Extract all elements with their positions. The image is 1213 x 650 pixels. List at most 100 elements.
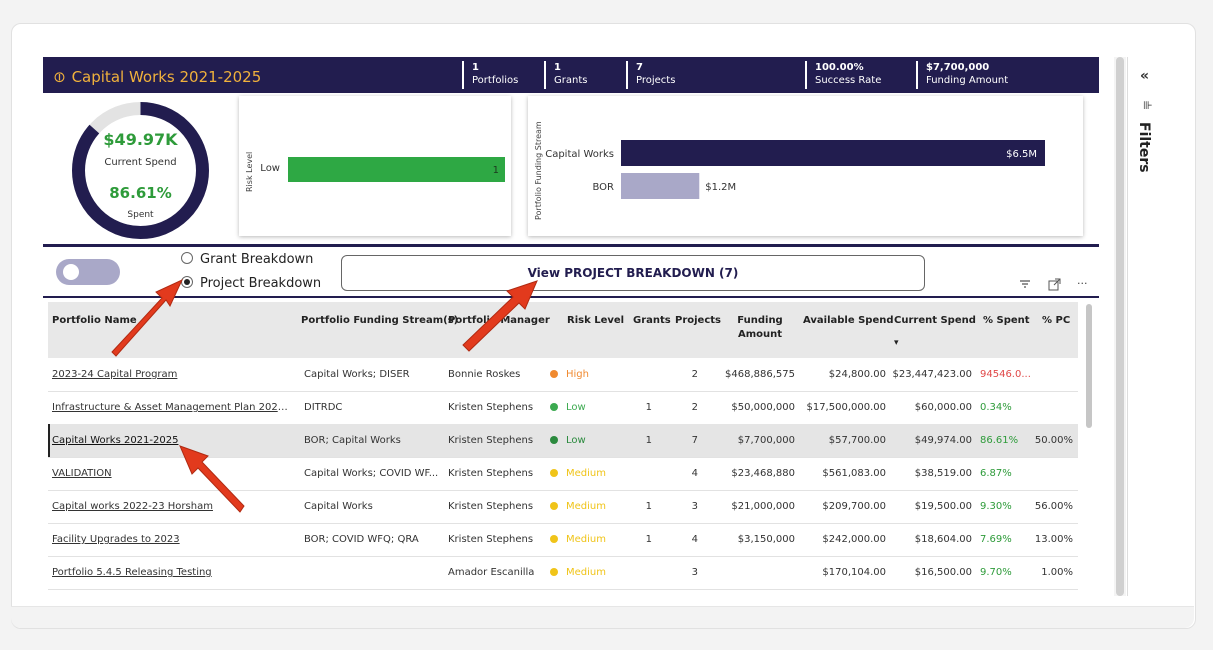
radio-project-breakdown[interactable]: Project Breakdown	[181, 276, 321, 291]
risk-label: Medium	[566, 567, 606, 578]
row-selection-indicator	[48, 424, 50, 457]
col-percent-spent[interactable]: % Spent	[983, 314, 1030, 328]
cell-available-spend: $242,000.00	[822, 534, 886, 545]
cell-current-spend: $49,974.00	[914, 435, 972, 446]
cell-available-spend: $24,800.00	[828, 369, 886, 380]
cell-projects: 2	[691, 402, 698, 413]
cell-current-spend: $38,519.00	[914, 468, 972, 479]
cell-risk-level: Medium	[550, 523, 620, 556]
risk-dot-icon	[550, 403, 558, 411]
funding-stream-svg: Capital Works $6.5M BOR $1.2M	[545, 140, 1045, 199]
annotation-arrow-middle	[462, 280, 538, 352]
filters-pane-label[interactable]: Filters	[1136, 122, 1152, 173]
donut-percent: 86.61%	[109, 184, 172, 202]
cell-portfolio-name[interactable]: Portfolio 5.4.5 Releasing Testing	[52, 556, 290, 589]
table-row[interactable]: Facility Upgrades to 2023 BOR; COVID WFQ;…	[48, 523, 1078, 557]
current-spend-donut[interactable]: $49.97K Current Spend 86.61% Spent	[70, 100, 211, 241]
report-title-text: Capital Works 2021-2025	[71, 68, 262, 86]
col-percent-pc[interactable]: % PC	[1042, 314, 1070, 328]
donut-percent-label: Spent	[127, 210, 154, 220]
risk-label: Medium	[566, 501, 606, 512]
cell-percent-pc	[1028, 391, 1073, 424]
cell-projects: 4	[691, 468, 698, 479]
table-row[interactable]: 2023-24 Capital Program Capital Works; DI…	[48, 358, 1078, 392]
toggle-knob	[63, 264, 79, 280]
cell-percent-pc	[1028, 457, 1073, 490]
stream-bar-label: $6.5M	[1006, 149, 1037, 160]
cell-projects: 2	[691, 369, 698, 380]
radio-grant-breakdown[interactable]: Grant Breakdown	[181, 252, 313, 267]
cell-funding-amount	[720, 556, 795, 589]
filter-pane-icon[interactable]: ⊪	[1143, 99, 1153, 112]
risk-label: Low	[566, 435, 586, 446]
cell-grants: 1	[645, 534, 652, 545]
cell-percent-pc: 13.00%	[1034, 534, 1073, 545]
section-divider-bottom	[43, 296, 1099, 298]
risk-label: High	[566, 369, 589, 380]
cell-portfolio-name[interactable]: 2023-24 Capital Program	[52, 358, 290, 391]
risk-category-label: Low	[260, 163, 280, 174]
cell-funding-streams	[304, 556, 442, 589]
risk-level-chart[interactable]: Risk Level Low 1	[239, 96, 511, 236]
cell-funding-streams: Capital Works	[304, 501, 373, 512]
filter-icon[interactable]	[1019, 278, 1031, 293]
cell-funding-streams: Capital Works; DISER	[304, 369, 410, 380]
cell-available-spend: $170,104.00	[822, 567, 886, 578]
col-current-spend[interactable]: Current Spend	[894, 314, 976, 328]
cell-portfolio-manager: Kristen Stephens	[448, 501, 534, 512]
cell-portfolio-manager: Amador Escanilla	[448, 567, 535, 578]
cell-risk-level: Low	[550, 424, 620, 457]
radio-unchecked-icon	[181, 252, 193, 264]
report-title: ⊘Capital Works 2021-2025	[48, 57, 262, 93]
col-funding-amount[interactable]: Funding Amount	[736, 314, 784, 342]
funding-stream-chart[interactable]: Portfolio Funding Stream Capital Works $6…	[528, 96, 1083, 236]
filters-pane-divider	[1127, 57, 1128, 596]
risk-dot-icon	[550, 370, 558, 378]
risk-bar[interactable]	[288, 157, 505, 182]
table-row[interactable]: Infrastructure & Asset Management Plan 2…	[48, 391, 1078, 425]
cell-funding-amount: $3,150,000	[737, 534, 795, 545]
cell-funding-amount: $21,000,000	[731, 501, 795, 512]
table-scrollbar[interactable]	[1086, 304, 1092, 428]
cell-current-spend: $23,447,423.00	[892, 369, 972, 380]
focus-mode-icon[interactable]	[1048, 278, 1061, 294]
cell-funding-amount: $23,468,880	[731, 468, 795, 479]
cell-portfolio-manager: Kristen Stephens	[448, 468, 534, 479]
cell-grants: 1	[645, 402, 652, 413]
stream-category-label: Capital Works	[545, 149, 614, 160]
stream-bar[interactable]	[621, 140, 1045, 166]
cell-projects: 4	[691, 534, 698, 545]
stat-portfolios: 1 Portfolios	[462, 61, 518, 89]
stream-bar[interactable]	[621, 173, 700, 199]
col-available-spend[interactable]: Available Spend	[803, 314, 894, 328]
cell-percent-pc	[1028, 358, 1073, 391]
cell-risk-level: Low	[550, 391, 620, 424]
stat-projects: 7 Projects	[626, 61, 675, 89]
collapse-filters-icon[interactable]: «	[1140, 68, 1149, 84]
view-project-breakdown-button[interactable]: View PROJECT BREAKDOWN (7)	[341, 255, 925, 291]
cell-funding-amount: $50,000,000	[731, 402, 795, 413]
table-header: Portfolio Name Portfolio Funding Stream(…	[48, 302, 1078, 358]
cell-risk-level: Medium	[550, 457, 620, 490]
col-grants[interactable]: Grants	[633, 314, 671, 328]
page-scrollbar[interactable]	[1116, 57, 1124, 596]
stat-funding-amount: $7,700,000 Funding Amount	[916, 61, 1008, 89]
table-row[interactable]: Portfolio 5.4.5 Releasing Testing Amador …	[48, 556, 1078, 590]
annotation-arrow-bottom	[179, 445, 245, 513]
page-footer-strip	[11, 606, 1194, 628]
cell-portfolio-name[interactable]: Infrastructure & Asset Management Plan 2…	[52, 391, 290, 424]
cell-available-spend: $561,083.00	[822, 468, 886, 479]
donut-value: $49.97K	[103, 130, 178, 149]
report-header: ⊘Capital Works 2021-2025 1 Portfolios 1 Gr…	[43, 57, 1099, 93]
cell-percent-pc: 50.00%	[1034, 435, 1073, 446]
cell-funding-amount: $468,886,575	[725, 369, 795, 380]
col-risk-level[interactable]: Risk Level	[567, 314, 624, 328]
more-options-icon[interactable]: ···	[1077, 277, 1088, 290]
sort-descending-icon: ▾	[894, 338, 899, 348]
cell-projects: 7	[691, 435, 698, 446]
col-funding-streams[interactable]: Portfolio Funding Stream(s)	[301, 314, 458, 328]
stream-bar-label: $1.2M	[705, 182, 736, 193]
cell-portfolio-name[interactable]: Facility Upgrades to 2023	[52, 523, 290, 556]
col-projects[interactable]: Projects	[675, 314, 721, 328]
cell-current-spend: $19,500.00	[914, 501, 972, 512]
